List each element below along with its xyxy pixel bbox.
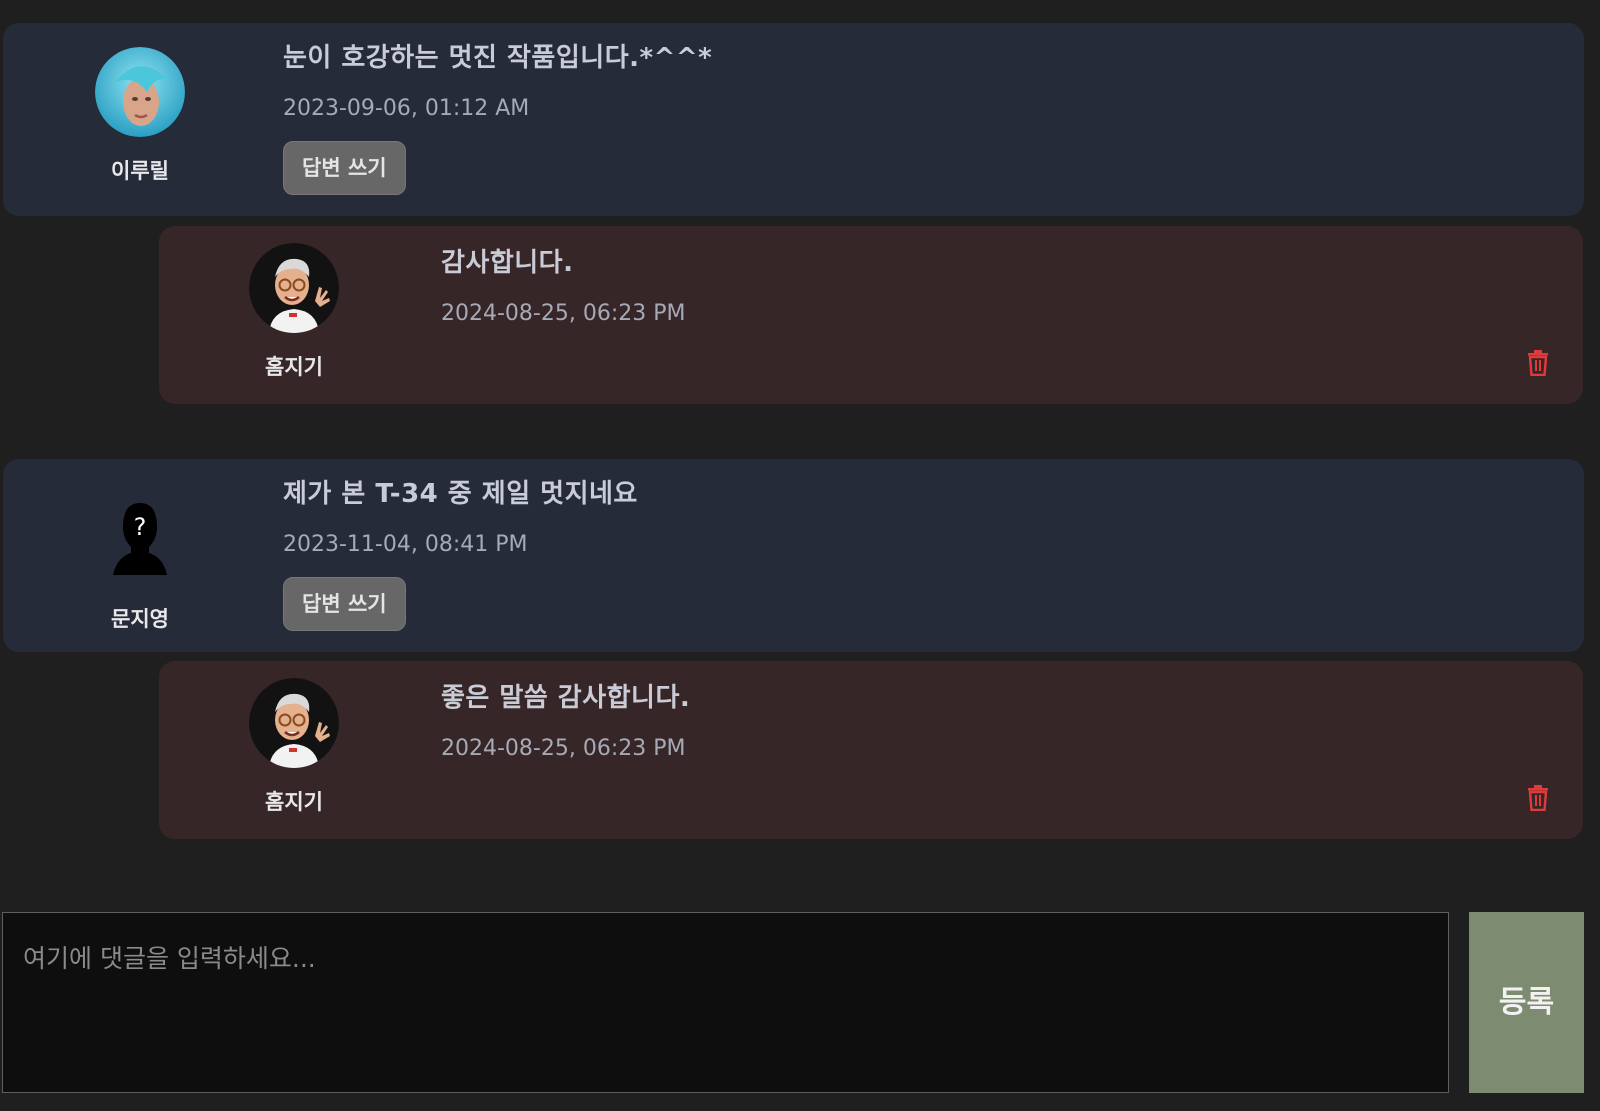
comment-card: 이루릴 눈이 호강하는 멋진 작품입니다.*^^* 2023-09-06, 01…: [3, 23, 1584, 216]
author-name: 홈지기: [265, 790, 323, 814]
comment-date: 2023-11-04, 08:41 PM: [283, 532, 528, 557]
comment-author: 이루릴: [55, 47, 225, 185]
comment-body: 눈이 호강하는 멋진 작품입니다.*^^* 2023-09-06, 01:12 …: [283, 37, 712, 195]
reply-author: 홈지기: [209, 678, 379, 816]
comment-text: 제가 본 T-34 중 제일 멋지네요: [283, 479, 638, 509]
author-name: 이루릴: [111, 159, 169, 183]
svg-text:?: ?: [134, 513, 147, 541]
reply-body: 좋은 말씀 감사합니다. 2024-08-25, 06:23 PM: [441, 677, 690, 761]
reply-date: 2024-08-25, 06:23 PM: [441, 301, 686, 326]
author-name: 문지영: [111, 607, 169, 631]
memoji-avatar-icon[interactable]: [249, 243, 339, 333]
reply-card: 홈지기 감사합니다. 2024-08-25, 06:23 PM: [159, 226, 1583, 404]
trash-icon[interactable]: [1527, 785, 1549, 811]
comment-date: 2023-09-06, 01:12 AM: [283, 96, 530, 121]
reply-author: 홈지기: [209, 243, 379, 381]
reply-text: 감사합니다.: [441, 248, 574, 278]
reply-date: 2024-08-25, 06:23 PM: [441, 736, 686, 761]
blue-hair-avatar-icon[interactable]: [95, 47, 185, 137]
author-name: 홈지기: [265, 355, 323, 379]
reply-card: 홈지기 좋은 말씀 감사합니다. 2024-08-25, 06:23 PM: [159, 661, 1583, 839]
write-reply-button[interactable]: 답변 쓰기: [283, 141, 406, 195]
comment-card: ? 문지영 제가 본 T-34 중 제일 멋지네요 2023-11-04, 08…: [3, 459, 1584, 652]
write-reply-button[interactable]: 답변 쓰기: [283, 577, 406, 631]
comment-body: 제가 본 T-34 중 제일 멋지네요 2023-11-04, 08:41 PM…: [283, 473, 638, 631]
comment-input[interactable]: 여기에 댓글을 입력하세요...: [2, 912, 1449, 1093]
submit-comment-button[interactable]: 등록: [1469, 912, 1584, 1093]
trash-icon[interactable]: [1527, 350, 1549, 376]
comment-input-placeholder: 여기에 댓글을 입력하세요...: [23, 944, 316, 973]
reply-body: 감사합니다. 2024-08-25, 06:23 PM: [441, 242, 685, 326]
reply-text: 좋은 말씀 감사합니다.: [441, 683, 691, 713]
comment-text: 눈이 호강하는 멋진 작품입니다.*^^*: [283, 43, 713, 73]
comment-section: 이루릴 눈이 호강하는 멋진 작품입니다.*^^* 2023-09-06, 01…: [0, 0, 1600, 1111]
comment-author: ? 문지영: [55, 495, 225, 633]
memoji-avatar-icon[interactable]: [249, 678, 339, 768]
unknown-user-silhouette-icon[interactable]: ?: [95, 495, 185, 585]
